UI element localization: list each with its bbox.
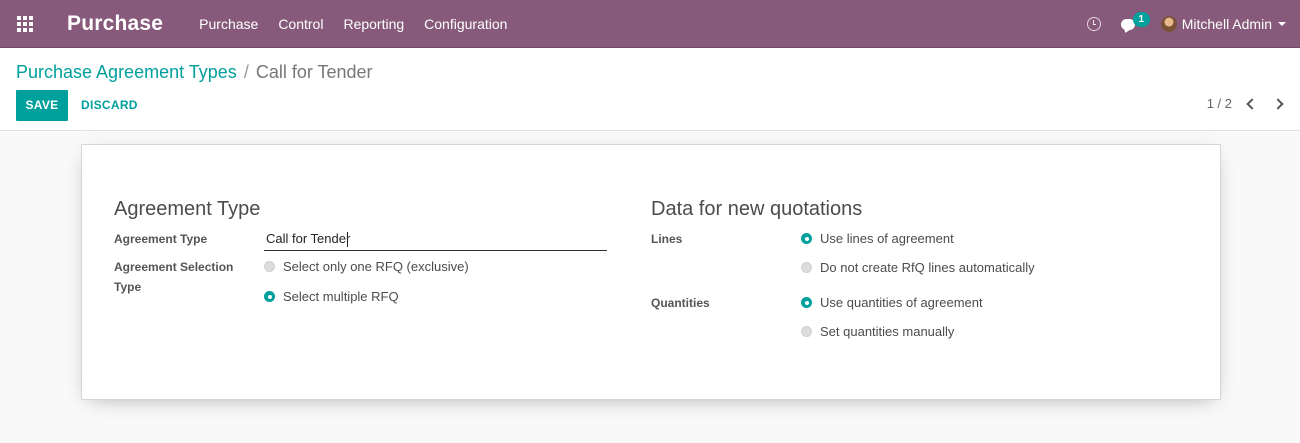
radio-option-use-lines[interactable]: Use lines of agreement [801, 231, 954, 246]
grid-icon [17, 15, 33, 32]
breadcrumb-current: Call for Tender [255, 62, 373, 82]
pager: 1 / 2 [1207, 96, 1284, 111]
radio-option-use-quantities[interactable]: Use quantities of agreement [801, 295, 983, 310]
quantities-label: Quantities [651, 296, 710, 310]
lines-label: Lines [651, 232, 683, 246]
agreement-type-input[interactable] [264, 229, 607, 251]
chat-count-badge: 1 [1132, 11, 1150, 27]
app-brand[interactable]: Purchase [67, 12, 163, 36]
messages-button[interactable]: 1 [1120, 11, 1150, 30]
agreement-selection-type-label-line2: Type [114, 280, 142, 294]
radio-label: Use lines of agreement [820, 231, 954, 246]
radio-option-multiple[interactable]: Select multiple RFQ [264, 289, 399, 304]
avatar [1160, 16, 1177, 32]
radio-unchecked-icon [801, 262, 812, 273]
agreement-selection-type-label-line1: Agreement Selection [114, 260, 234, 274]
radio-option-exclusive[interactable]: Select only one RFQ (exclusive) [264, 259, 469, 274]
control-panel: Purchase Agreement Types / Call for Tend… [0, 48, 1300, 131]
radio-label: Use quantities of agreement [820, 295, 983, 310]
apps-menu-icon[interactable] [0, 0, 50, 48]
radio-label: Select multiple RFQ [283, 289, 399, 304]
form-sheet: Agreement Type Agreement Type Agreement … [81, 144, 1221, 400]
radio-checked-icon [264, 291, 275, 302]
agreement-selection-type-label: Agreement Selection Type [114, 257, 233, 297]
main-menu: Purchase Control Reporting Configuration [189, 0, 517, 48]
radio-checked-icon [801, 233, 812, 244]
discard-button[interactable]: DISCARD [81, 90, 138, 121]
radio-unchecked-icon [264, 261, 275, 272]
radio-checked-icon [801, 297, 812, 308]
radio-option-manual-quantities[interactable]: Set quantities manually [801, 324, 954, 339]
radio-option-no-lines[interactable]: Do not create RfQ lines automatically [801, 260, 1035, 275]
radio-label: Set quantities manually [820, 324, 955, 339]
breadcrumb-separator: / [243, 62, 249, 82]
text-cursor [347, 232, 348, 247]
breadcrumb-parent-link[interactable]: Purchase Agreement Types [16, 62, 237, 83]
radio-unchecked-icon [801, 326, 812, 337]
group-title-data-new-quotations: Data for new quotations [651, 198, 863, 220]
breadcrumb: Purchase Agreement Types / Call for Tend… [16, 62, 373, 83]
radio-label: Select only one RFQ (exclusive) [283, 259, 469, 274]
top-navbar: Purchase Purchase Control Reporting Conf… [0, 0, 1300, 48]
caret-down-icon [1278, 22, 1286, 26]
save-button[interactable]: SAVE [16, 90, 68, 121]
group-title-agreement-type: Agreement Type [114, 198, 261, 220]
radio-label: Do not create RfQ lines automatically [820, 260, 1035, 275]
user-name: Mitchell Admin [1181, 16, 1272, 32]
menu-item-reporting[interactable]: Reporting [333, 0, 414, 48]
chevron-left-icon[interactable] [1246, 97, 1258, 110]
pager-value[interactable]: 1 / 2 [1207, 96, 1232, 111]
menu-item-purchase[interactable]: Purchase [189, 0, 268, 48]
systray: 1 Mitchell Admin [1086, 0, 1286, 48]
activity-clock-icon[interactable] [1086, 17, 1101, 31]
menu-item-control[interactable]: Control [268, 0, 333, 48]
chevron-right-icon[interactable] [1272, 97, 1284, 110]
menu-item-configuration[interactable]: Configuration [414, 0, 517, 48]
agreement-type-label: Agreement Type [114, 232, 208, 246]
user-menu[interactable]: Mitchell Admin [1160, 16, 1286, 32]
